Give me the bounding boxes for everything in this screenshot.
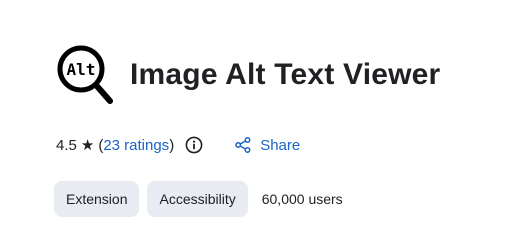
info-icon[interactable] [185, 136, 203, 154]
ratings-close-paren: ) [169, 136, 175, 154]
magnifier-alt-icon: Alt [57, 45, 113, 104]
logo-text: Alt [67, 60, 96, 79]
share-button[interactable]: Share [235, 137, 300, 154]
share-label: Share [260, 136, 301, 154]
extension-header: Alt Image Alt Text Viewer [56, 44, 440, 106]
extension-title: Image Alt Text Viewer [130, 58, 441, 91]
tags-row: Extension Accessibility 60,000 users [54, 181, 343, 217]
tag-extension[interactable]: Extension [54, 181, 140, 217]
rating-value: 4.5 [56, 136, 77, 154]
rating-row: 4.5 ★ (23 ratings) Share [56, 134, 300, 156]
tag-accessibility[interactable]: Accessibility [147, 181, 248, 217]
star-icon: ★ [80, 137, 95, 154]
ratings-count-link[interactable]: 23 ratings [103, 137, 169, 154]
user-count: 60,000 users [261, 191, 343, 207]
share-icon [235, 137, 251, 153]
